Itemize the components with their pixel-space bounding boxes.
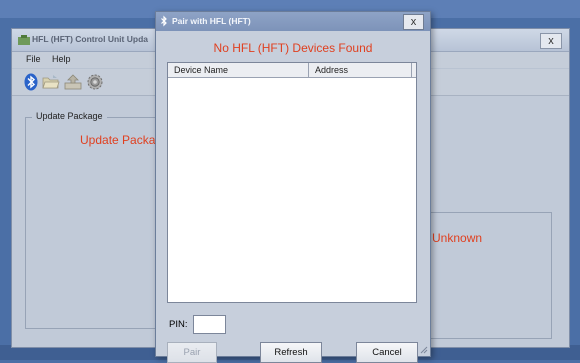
status-unknown-text: Unknown xyxy=(432,231,483,245)
device-list-header: Device Name Address xyxy=(168,63,416,78)
dialog-close-button[interactable]: x xyxy=(403,14,424,30)
pair-dialog: Pair with HFL (HFT) x No HFL (HFT) Devic… xyxy=(155,11,431,363)
bluetooth-icon[interactable] xyxy=(21,73,41,91)
pin-input[interactable] xyxy=(193,315,226,334)
upload-icon[interactable] xyxy=(63,73,83,91)
no-devices-message: No HFL (HFT) Devices Found xyxy=(213,41,373,55)
menu-file[interactable]: File xyxy=(26,54,41,64)
update-package-text: Update Packag xyxy=(80,133,163,147)
folder-open-icon[interactable] xyxy=(41,73,61,91)
settings-gear-icon[interactable] xyxy=(85,73,105,91)
column-separator xyxy=(411,63,412,77)
column-address[interactable]: Address xyxy=(315,65,348,75)
resize-grip-icon[interactable] xyxy=(420,346,428,354)
dialog-title: Pair with HFL (HFT) xyxy=(172,16,251,26)
main-window-title: HFL (HFT) Control Unit Upda xyxy=(32,34,148,44)
menu-help[interactable]: Help xyxy=(52,54,71,64)
dialog-titlebar: Pair with HFL (HFT) x xyxy=(156,12,430,31)
update-package-label: Update Package xyxy=(32,111,107,121)
column-device-name[interactable]: Device Name xyxy=(174,65,228,75)
bluetooth-icon xyxy=(161,15,167,27)
main-window-close-button[interactable]: x xyxy=(540,33,562,49)
column-separator xyxy=(308,63,309,77)
pin-label: PIN: xyxy=(169,319,188,330)
app-icon xyxy=(18,35,30,45)
device-list[interactable]: Device Name Address xyxy=(167,62,417,303)
